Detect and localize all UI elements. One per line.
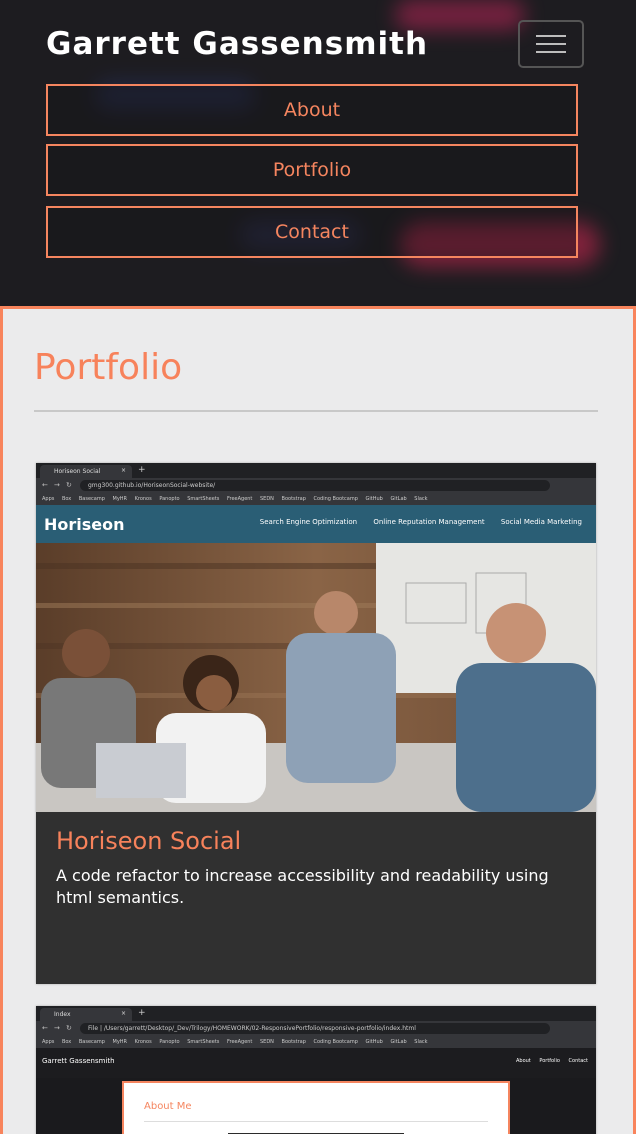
back-icon: ←: [42, 1024, 48, 1032]
new-tab-icon: +: [138, 1008, 146, 1018]
address-bar: gmg300.github.io/HoriseonSocial-website/: [80, 480, 550, 491]
about-panel: About Me: [122, 1081, 510, 1134]
navbar-toggle-button[interactable]: [518, 20, 584, 68]
navbar-brand[interactable]: Garrett Gassensmith: [46, 26, 428, 62]
forward-icon: →: [54, 1024, 60, 1032]
project-card[interactable]: Index × + ← → ↻ File | /Users/garrett/De…: [36, 1006, 596, 1134]
nav-link-contact[interactable]: Contact: [46, 206, 578, 258]
nav-link-about[interactable]: About: [46, 84, 578, 136]
horiseon-nav: Search Engine Optimization Online Reputa…: [259, 518, 582, 526]
browser-tab: Index ×: [40, 1008, 132, 1021]
bookmarks-bar: Apps Box Basecamp MyHR Kronos Panopto Sm…: [36, 1036, 596, 1048]
close-icon: ×: [120, 467, 126, 474]
project-title[interactable]: Horiseon Social: [56, 827, 241, 855]
hamburger-menu-icon: [536, 35, 566, 37]
divider: [34, 410, 598, 412]
address-bar: File | /Users/garrett/Desktop/_Dev/Trilo…: [80, 1023, 550, 1034]
forward-icon: →: [54, 481, 60, 489]
project-screenshot[interactable]: Horiseon Social × + ← → ↻ gmg300.github.…: [36, 463, 596, 812]
project-screenshot[interactable]: Index × + ← → ↻ File | /Users/garrett/De…: [36, 1006, 596, 1134]
reload-icon: ↻: [66, 1024, 72, 1032]
browser-tab: Horiseon Social ×: [40, 465, 132, 478]
portfolio-section: Portfolio Horiseon Social × + ← → ↻ gmg3…: [0, 306, 636, 1134]
bookmarks-bar: Apps Box Basecamp MyHR Kronos Panopto Sm…: [36, 493, 596, 505]
nav-link-portfolio[interactable]: Portfolio: [46, 144, 578, 196]
navbar: Garrett Gassensmith About Portfolio Cont…: [0, 0, 636, 306]
inner-nav: About Portfolio Contact: [515, 1058, 588, 1064]
hero-image: [36, 543, 596, 812]
new-tab-icon: +: [138, 465, 146, 475]
horiseon-logo: Horiseon: [44, 515, 125, 534]
inner-brand: Garrett Gassensmith: [42, 1057, 115, 1065]
close-icon: ×: [120, 1010, 126, 1017]
project-description: A code refactor to increase accessibilit…: [56, 866, 549, 907]
back-icon: ←: [42, 481, 48, 489]
project-card[interactable]: Horiseon Social × + ← → ↻ gmg300.github.…: [36, 463, 596, 984]
reload-icon: ↻: [66, 481, 72, 489]
section-heading: Portfolio: [34, 347, 183, 388]
